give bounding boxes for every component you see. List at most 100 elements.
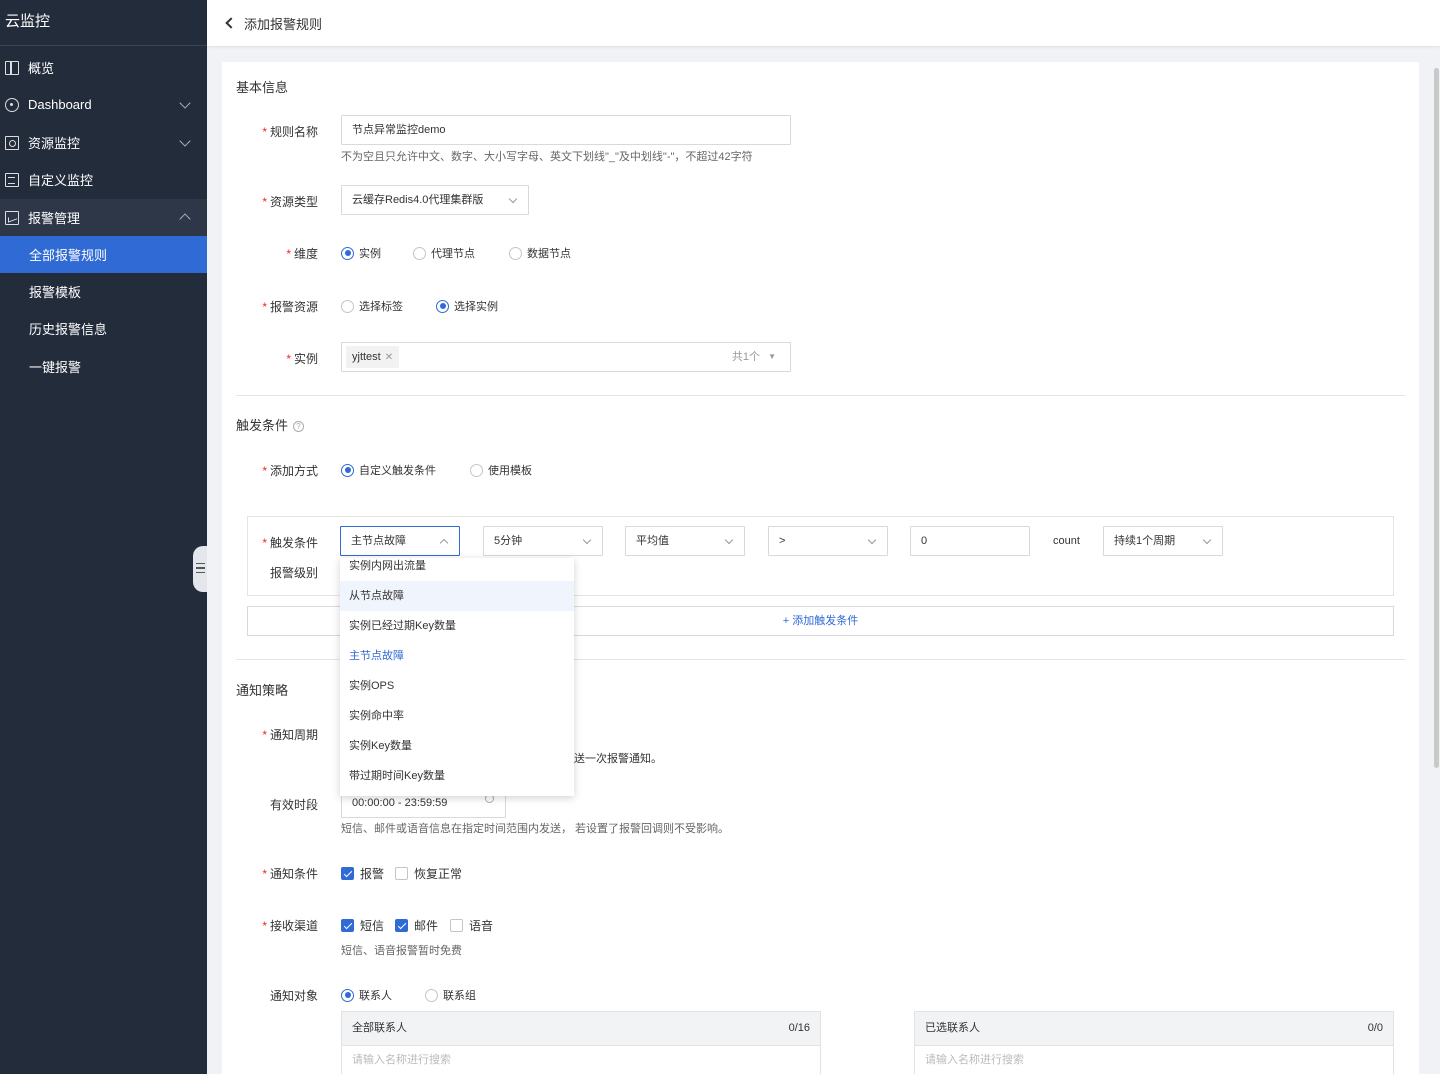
unit-label: count (1053, 535, 1080, 547)
sidebar-item-label: 资源监控 (28, 136, 81, 151)
rule-name-input[interactable]: 节点异常监控demo (341, 115, 791, 145)
selected-contacts-header: 已选联系人 0/0 (914, 1011, 1394, 1046)
section-title-trigger: 触发条件? (236, 415, 305, 434)
resource-monitor-icon (5, 135, 19, 150)
dropdown-option[interactable]: 实例Key数量 (340, 731, 574, 761)
chevron-down-icon (179, 97, 191, 109)
operator-select[interactable]: > (768, 526, 888, 556)
sidebar-item-overview[interactable]: 概览 (0, 49, 207, 86)
chevron-down-icon (724, 535, 734, 545)
page-title: 添加报警规则 (244, 16, 323, 32)
chevron-up-icon (439, 538, 449, 548)
notify-target-label: 通知对象 (269, 989, 318, 1003)
notify-target-radio-contact[interactable]: 联系人 (341, 987, 392, 1003)
alarm-resource-radio-instance[interactable]: 选择实例 (436, 298, 498, 314)
sidebar-item-dashboard[interactable]: Dashboard (0, 86, 207, 123)
dimension-radio-proxy[interactable]: 代理节点 (413, 245, 475, 261)
dimension-radio-instance[interactable]: 实例 (341, 245, 381, 261)
dimension-radio-data[interactable]: 数据节点 (509, 245, 571, 261)
all-contacts-header: 全部联系人 0/16 (341, 1011, 821, 1046)
chevron-down-icon (179, 135, 191, 147)
sidebar-item-resource-monitor[interactable]: 资源监控 (0, 124, 207, 161)
alarm-resource-label: * 报警资源 (262, 300, 318, 314)
overview-grid-icon (5, 60, 19, 75)
help-icon[interactable]: ? (293, 421, 305, 432)
sidebar-collapse-handle[interactable] (193, 546, 207, 592)
channel-email-checkbox[interactable]: 邮件 (395, 917, 438, 934)
duration-select[interactable]: 持续1个周期 (1103, 526, 1223, 556)
custom-monitor-icon (5, 172, 19, 187)
instance-label: * 实例 (286, 352, 318, 366)
resource-type-select[interactable]: 云缓存Redis4.0代理集群版 (341, 185, 529, 215)
notify-cycle-hint: 送一次报警通知。 (574, 753, 662, 765)
channel-voice-checkbox[interactable]: 语音 (450, 917, 493, 934)
menu-icon (196, 563, 205, 573)
channel-sms-checkbox[interactable]: 短信 (341, 917, 384, 934)
notify-target-radio-group[interactable]: 联系组 (425, 987, 476, 1003)
page-header: 添加报警规则 (207, 0, 1440, 46)
valid-period-hint: 短信、邮件或语音信息在指定时间范围内发送， 若设置了报警回调则不受影响。 (341, 823, 730, 835)
statistic-select[interactable]: 平均值 (625, 526, 745, 556)
metric-value: 主节点故障 (351, 535, 406, 547)
channel-hint: 短信、语音报警暂时免费 (341, 945, 462, 957)
dropdown-option[interactable]: 实例OPS (340, 671, 574, 701)
sidebar: 云监控 概览 Dashboard 资源监控 自定义监控 报警管理 全部报警规则 … (0, 0, 207, 1074)
instance-tag: yjttest ✕ (346, 346, 400, 368)
rule-name-label: * 规则名称 (262, 125, 318, 139)
all-contacts-title: 全部联系人 (352, 1022, 407, 1034)
sidebar-subitem-one-click[interactable]: 一键报警 (0, 348, 207, 385)
resource-type-label: * 资源类型 (262, 195, 318, 209)
back-arrow-icon[interactable] (225, 17, 237, 29)
sidebar-subitem-templates[interactable]: 报警模板 (0, 273, 207, 310)
dropdown-option[interactable]: 实例内网出流量 (340, 558, 574, 581)
divider (236, 395, 1405, 396)
caret-down-icon: ▼ (768, 352, 776, 361)
sidebar-item-alarm-management[interactable]: 报警管理 (0, 199, 207, 236)
level-label: 报警级别 (269, 566, 318, 580)
rule-name-hint: 不为空且只允许中文、数字、大小写字母、英文下划线"_"及中划线"-"，不超过42… (341, 151, 753, 163)
dropdown-option[interactable]: 实例已经过期Key数量 (340, 611, 574, 641)
notify-condition-recover-checkbox[interactable]: 恢复正常 (395, 865, 462, 882)
condition-label: * 触发条件 (262, 536, 318, 550)
brand-title: 云监控 (0, 0, 207, 46)
add-method-radio-template[interactable]: 使用模板 (470, 462, 532, 478)
all-contacts-search-input[interactable]: 请输入名称进行搜索 (341, 1046, 821, 1074)
close-icon[interactable]: ✕ (385, 352, 393, 363)
threshold-input[interactable]: 0 (910, 526, 1030, 556)
notify-condition-label: * 通知条件 (262, 867, 318, 881)
section-title-basic: 基本信息 (236, 80, 289, 95)
channel-label: * 接收渠道 (262, 919, 318, 933)
valid-period-value: 00:00:00 - 23:59:59 (352, 797, 448, 809)
sidebar-item-custom-monitor[interactable]: 自定义监控 (0, 161, 207, 198)
selected-contacts-count: 0/0 (1367, 1022, 1383, 1034)
operator-value: > (779, 535, 786, 547)
chevron-down-icon (508, 194, 518, 204)
dropdown-option-selected[interactable]: 主节点故障 (340, 641, 574, 671)
chevron-down-icon (1202, 535, 1212, 545)
notify-cycle-label: * 通知周期 (262, 728, 318, 742)
statistic-value: 平均值 (636, 535, 669, 547)
notify-condition-alarm-checkbox[interactable]: 报警 (341, 865, 384, 882)
period-select[interactable]: 5分钟 (483, 526, 603, 556)
instance-select[interactable]: 共1个 ▼ (341, 342, 791, 372)
scrollbar[interactable] (1434, 68, 1439, 768)
dropdown-option[interactable]: 带过期时间Key数量 (340, 761, 574, 791)
selected-contacts-search-input[interactable]: 请输入名称进行搜索 (914, 1046, 1394, 1074)
sidebar-item-label: 自定义监控 (28, 173, 94, 188)
sidebar-subitem-history[interactable]: 历史报警信息 (0, 310, 207, 347)
alarm-resource-radio-tag[interactable]: 选择标签 (341, 298, 403, 314)
sidebar-item-label: 报警管理 (28, 211, 81, 226)
dimension-label: * 维度 (286, 247, 318, 261)
chevron-down-icon (867, 535, 877, 545)
dropdown-option[interactable]: 实例命中率 (340, 701, 574, 731)
metric-select[interactable]: 主节点故障 (340, 526, 460, 556)
add-method-radio-custom[interactable]: 自定义触发条件 (341, 462, 436, 478)
duration-value: 持续1个周期 (1114, 535, 1176, 547)
dropdown-option[interactable]: 从节点故障 (340, 581, 574, 611)
valid-period-label: 有效时段 (269, 798, 318, 812)
instance-count: 共1个 (731, 351, 760, 363)
metric-dropdown: 实例内网出流量 从节点故障 实例已经过期Key数量 主节点故障 实例OPS 实例… (340, 558, 574, 796)
alarm-management-icon (5, 210, 19, 225)
add-method-label: * 添加方式 (262, 464, 318, 478)
sidebar-subitem-all-rules[interactable]: 全部报警规则 (0, 236, 207, 273)
